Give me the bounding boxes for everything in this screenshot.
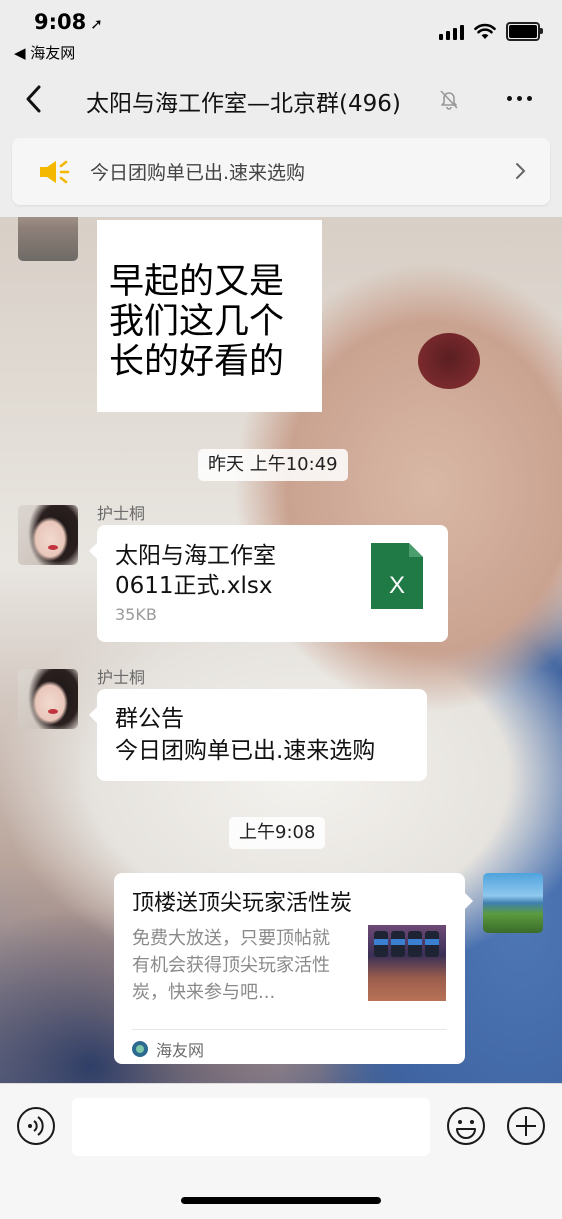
message-input[interactable]	[72, 1098, 430, 1156]
plus-icon[interactable]	[506, 1106, 546, 1146]
more-ellipsis-icon[interactable]	[507, 96, 532, 101]
link-card-source-name: 海友网	[156, 1041, 205, 1060]
link-card-divider	[132, 1029, 447, 1030]
emoji-icon[interactable]	[446, 1106, 486, 1146]
bell-slash-icon	[440, 90, 458, 110]
chevron-right-icon	[516, 163, 526, 179]
avatar[interactable]	[483, 873, 543, 933]
link-card-description: 免费大放送，只要顶帖就有机会获得顶尖玩家活性炭，快来参与吧...	[132, 928, 330, 1003]
speaker-icon	[40, 160, 70, 184]
source-logo-icon	[132, 1041, 148, 1057]
voice-icon[interactable]	[16, 1106, 56, 1146]
location-arrow-icon: ➚	[90, 15, 103, 33]
pinned-announcement-text: 今日团购单已出.速来选购	[90, 162, 306, 184]
sender-name: 护士桐	[97, 668, 146, 687]
status-bar: 9:08 ➚ ◀ 海友网	[0, 0, 562, 66]
link-card-source: 海友网	[132, 1037, 204, 1061]
link-card-message[interactable]: 顶楼送顶尖玩家活性炭 免费大放送，只要顶帖就有机会获得顶尖玩家活性炭，快来参与吧…	[114, 873, 473, 1064]
image-message-text: 早起的又是 我们这几个 长的好看的	[109, 262, 285, 382]
cellular-signal-icon	[439, 24, 464, 40]
link-card-thumbnail	[368, 925, 446, 1001]
file-name: 太阳与海工作室 0611正式.xlsx	[115, 543, 276, 599]
battery-icon	[506, 22, 543, 41]
message-list[interactable]: 早起的又是 我们这几个 长的好看的 昨天 上午10:49 护士桐 太阳与海工作室…	[0, 217, 562, 1083]
back-to-app-link[interactable]: ◀ 海友网	[14, 42, 75, 63]
excel-file-icon: X	[371, 543, 423, 609]
sender-name: 护士桐	[97, 504, 146, 523]
chat-header: 太阳与海工作室—北京群(496)	[0, 66, 562, 134]
announcement-message-text: 群公告 今日团购单已出.速来选购	[115, 706, 376, 764]
excel-icon-letter: X	[389, 572, 405, 599]
timestamp-divider: 上午9:08	[229, 817, 326, 849]
status-time: 9:08 ➚	[34, 10, 103, 34]
link-card-title: 顶楼送顶尖玩家活性炭	[132, 891, 353, 916]
status-time-text: 9:08	[34, 10, 87, 34]
chat-title: 太阳与海工作室—北京群(496)	[86, 91, 401, 117]
avatar[interactable]	[18, 217, 78, 261]
image-message[interactable]: 早起的又是 我们这几个 长的好看的	[97, 220, 322, 412]
home-indicator[interactable]	[181, 1197, 381, 1204]
back-chevron-icon[interactable]	[20, 82, 50, 116]
avatar[interactable]	[18, 669, 78, 729]
timestamp-divider: 昨天 上午10:49	[198, 449, 348, 481]
status-icons	[439, 22, 543, 41]
file-message-bubble[interactable]: 太阳与海工作室 0611正式.xlsx 35KB X	[89, 525, 448, 642]
announcement-message-bubble[interactable]: 群公告 今日团购单已出.速来选购	[89, 689, 427, 781]
wifi-icon	[474, 23, 496, 39]
pinned-announcement-bar[interactable]: 今日团购单已出.速来选购	[12, 138, 550, 205]
file-size: 35KB	[115, 605, 157, 624]
avatar[interactable]	[18, 505, 78, 565]
